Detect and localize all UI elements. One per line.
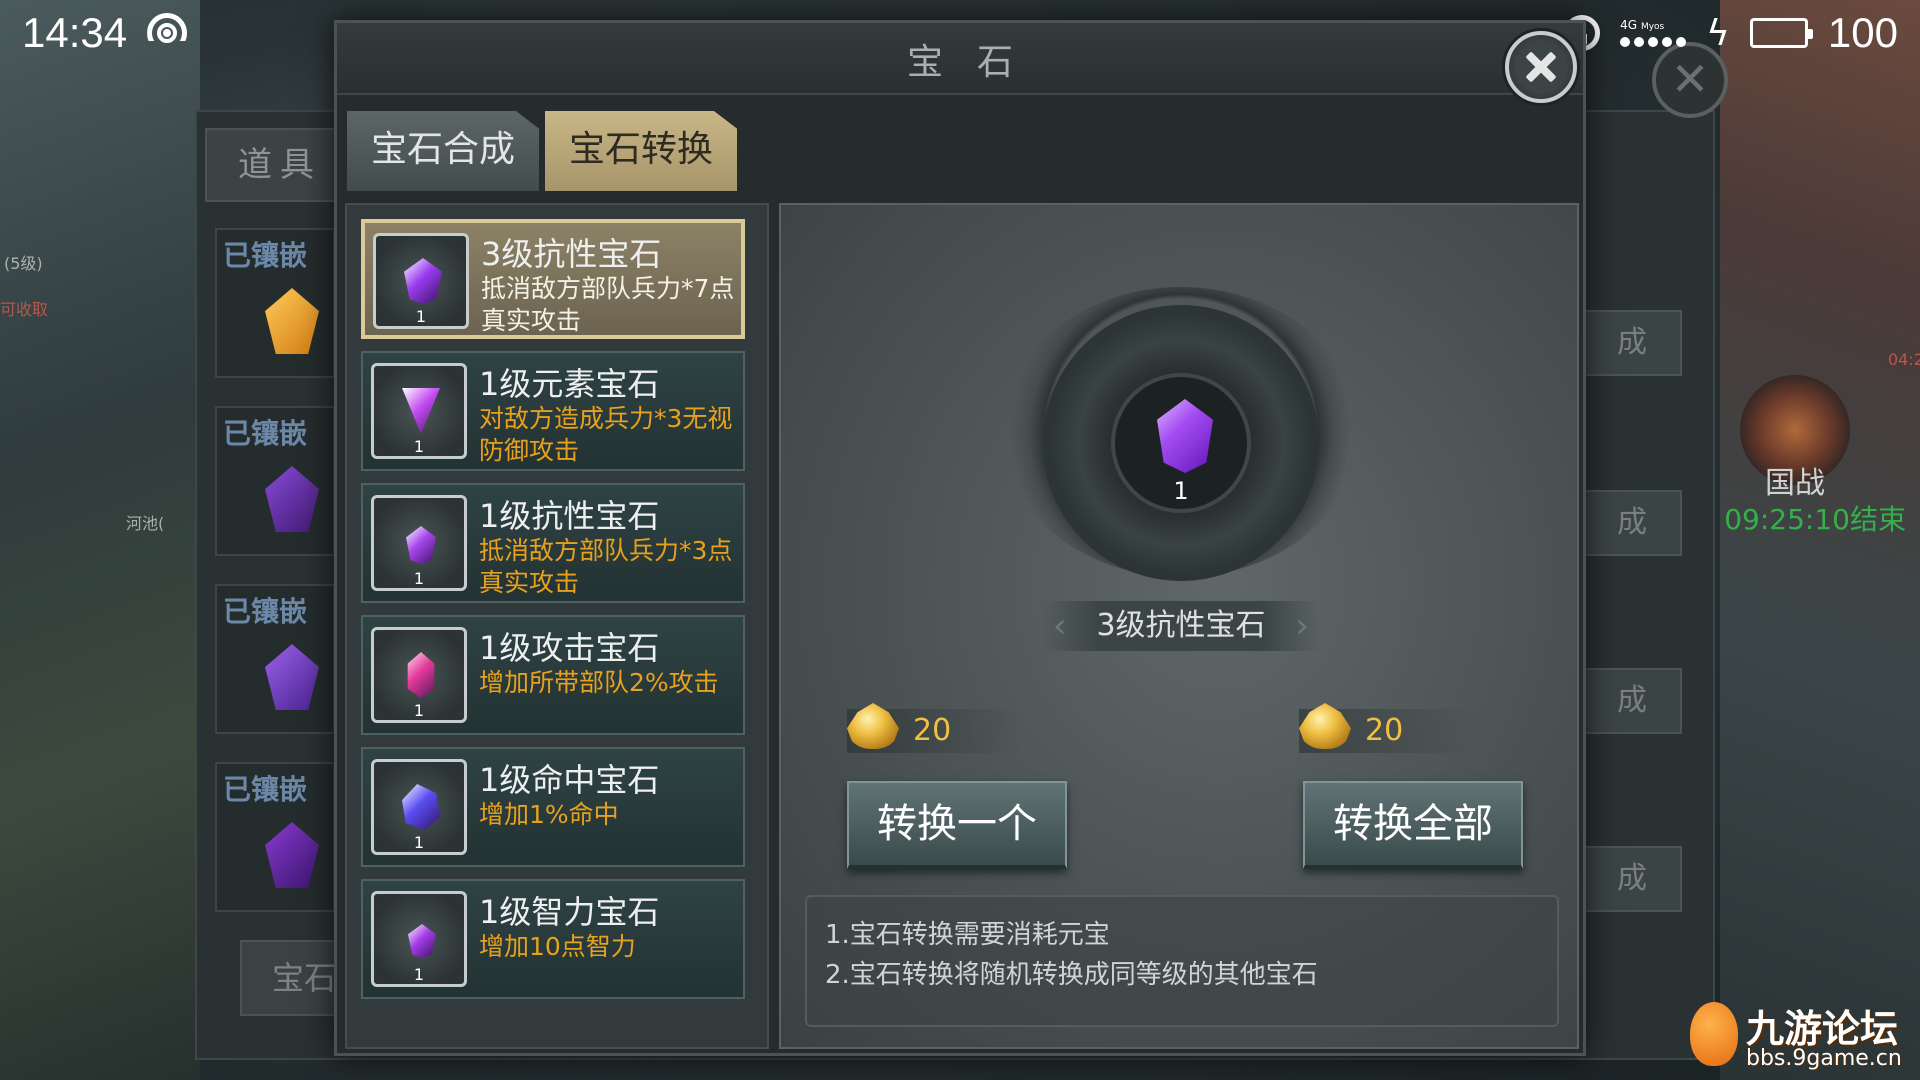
- gem-name: 1级攻击宝石: [479, 629, 660, 667]
- inlaid-slot[interactable]: 已镶嵌: [215, 406, 335, 556]
- charging-icon: ϟ: [1706, 12, 1730, 54]
- gem-description: 抵消敌方部队兵力*3点真实攻击: [479, 536, 733, 597]
- selected-gem-display: 1: [1043, 305, 1319, 581]
- inlaid-label: 已镶嵌: [223, 239, 308, 272]
- gem-name: 1级抗性宝石: [479, 497, 660, 535]
- gem-icon: [265, 822, 319, 888]
- synthesize-button[interactable]: 成: [1582, 668, 1682, 734]
- tab-gem-synthesis[interactable]: 宝石合成: [347, 111, 539, 191]
- cost-value: 20: [1365, 713, 1404, 748]
- inlaid-slot[interactable]: 已镶嵌: [215, 228, 335, 378]
- nation-war-label: 国战: [1765, 466, 1825, 501]
- gem-icon: [408, 924, 436, 958]
- cost-value: 20: [913, 713, 952, 748]
- gem-description: 对敌方造成兵力*3无视防御攻击: [479, 404, 733, 465]
- hotspot-icon: [147, 13, 188, 53]
- conversion-notes: 1.宝石转换需要消耗元宝 2.宝石转换将随机转换成同等级的其他宝石: [805, 895, 1559, 1027]
- items-tab[interactable]: 道具: [205, 128, 355, 202]
- close-button[interactable]: [1505, 31, 1577, 103]
- conversion-detail-panel: 1 3级抗性宝石 20 20 转换一个 转换全部 1.宝石转换需要消耗元宝 2.…: [779, 203, 1579, 1049]
- gem-slot: 1: [371, 363, 467, 459]
- nation-war-time: 09:25:10结束: [1724, 503, 1906, 536]
- gem-slot: 1: [371, 759, 467, 855]
- dialog-titlebar: 宝石: [337, 23, 1583, 95]
- status-time: 14:34: [22, 9, 128, 56]
- gem-icon: [265, 466, 319, 532]
- gem-slot: 1: [371, 891, 467, 987]
- gold-ingot-icon: [1299, 703, 1351, 749]
- gem-dialog: 宝石 宝石合成 宝石转换 1 3级抗性宝石 抵消敌方部队兵力*7点真实攻击 1 …: [334, 20, 1586, 1056]
- gem-list-item[interactable]: 1 1级抗性宝石 抵消敌方部队兵力*3点真实攻击: [361, 483, 745, 603]
- gem-count: 1: [413, 569, 425, 588]
- gem-name: 1级命中宝石: [479, 761, 660, 799]
- dialog-title: 宝石: [906, 42, 1047, 83]
- gem-slot: 1: [373, 233, 469, 329]
- gem-count: 1: [413, 701, 425, 720]
- gem-description: 增加10点智力: [479, 932, 636, 961]
- gold-ingot-icon: [847, 703, 899, 749]
- gem-list-item[interactable]: 1 3级抗性宝石 抵消敌方部队兵力*7点真实攻击: [361, 219, 745, 339]
- map-label: 可收取: [0, 300, 49, 319]
- gem-slot: 1: [371, 627, 467, 723]
- note-line: 2.宝石转换将随机转换成同等级的其他宝石: [825, 960, 1318, 990]
- gem-count: 1: [413, 833, 425, 852]
- gem-icon: [406, 526, 436, 564]
- gem-count: 1: [415, 307, 427, 326]
- cost-convert-one: 20: [847, 703, 1023, 753]
- synthesize-button[interactable]: 成: [1582, 310, 1682, 376]
- gem-list: 1 3级抗性宝石 抵消敌方部队兵力*7点真实攻击 1 1级元素宝石 对敌方造成兵…: [345, 203, 769, 1049]
- inlaid-slot[interactable]: 已镶嵌: [215, 584, 335, 734]
- gem-icon: [402, 388, 440, 434]
- map-label: 04:2: [1888, 350, 1920, 369]
- network-type: 4G: [1620, 18, 1638, 32]
- battery-percent: 100: [1827, 9, 1898, 56]
- selected-gem-name: 3级抗性宝石: [1043, 601, 1319, 651]
- watermark-title: 九游论坛: [1746, 1007, 1899, 1051]
- map-background-left: (5级) 可收取 河池(: [0, 0, 200, 1080]
- inlaid-slot[interactable]: 已镶嵌: [215, 762, 335, 912]
- gem-name: 1级智力宝石: [479, 893, 660, 931]
- selected-gem-icon: [1157, 399, 1213, 473]
- gem-description: 增加1%命中: [479, 800, 619, 829]
- gem-count: 1: [413, 965, 425, 984]
- inlaid-label: 已镶嵌: [223, 595, 308, 628]
- close-icon: [1509, 35, 1573, 99]
- gem-icon: [404, 258, 442, 304]
- gem-list-item[interactable]: 1 1级攻击宝石 增加所带部队2%攻击: [361, 615, 745, 735]
- convert-one-button[interactable]: 转换一个: [847, 781, 1067, 869]
- selected-gem-count: 1: [1173, 477, 1189, 505]
- gem-description: 增加所带部队2%攻击: [479, 668, 719, 697]
- network-sub: Myos: [1640, 22, 1665, 32]
- map-label: 河池(: [126, 514, 165, 533]
- map-background-right: 04:2: [1720, 0, 1920, 1080]
- gem-name: 1级元素宝石: [479, 365, 660, 403]
- synthesize-button[interactable]: 成: [1582, 490, 1682, 556]
- gem-name: 3级抗性宝石: [481, 235, 662, 273]
- convert-all-button[interactable]: 转换全部: [1303, 781, 1523, 869]
- gem-slot: 1: [371, 495, 467, 591]
- map-label: (5级): [4, 254, 43, 273]
- signal-icon: 4G Myos: [1620, 18, 1687, 47]
- forum-logo-icon: [1690, 1002, 1738, 1066]
- gem-list-item[interactable]: 1 1级元素宝石 对敌方造成兵力*3无视防御攻击: [361, 351, 745, 471]
- inlaid-label: 已镶嵌: [223, 773, 308, 806]
- gem-icon: [265, 288, 319, 354]
- cost-convert-all: 20: [1299, 703, 1475, 753]
- gem-icon: [407, 652, 435, 698]
- gem-icon: [402, 784, 440, 830]
- gem-list-item[interactable]: 1 1级智力宝石 增加10点智力: [361, 879, 745, 999]
- watermark-url: bbs.9game.cn: [1746, 1046, 1902, 1071]
- tab-gem-conversion[interactable]: 宝石转换: [545, 111, 737, 191]
- gem-count: 1: [413, 437, 425, 456]
- synthesize-button[interactable]: 成: [1582, 846, 1682, 912]
- note-line: 1.宝石转换需要消耗元宝: [825, 920, 1110, 950]
- gem-icon: [265, 644, 319, 710]
- gem-list-item[interactable]: 1 1级命中宝石 增加1%命中: [361, 747, 745, 867]
- gem-description: 抵消敌方部队兵力*7点真实攻击: [481, 274, 735, 335]
- battery-icon: [1749, 18, 1813, 48]
- inlaid-label: 已镶嵌: [223, 417, 308, 450]
